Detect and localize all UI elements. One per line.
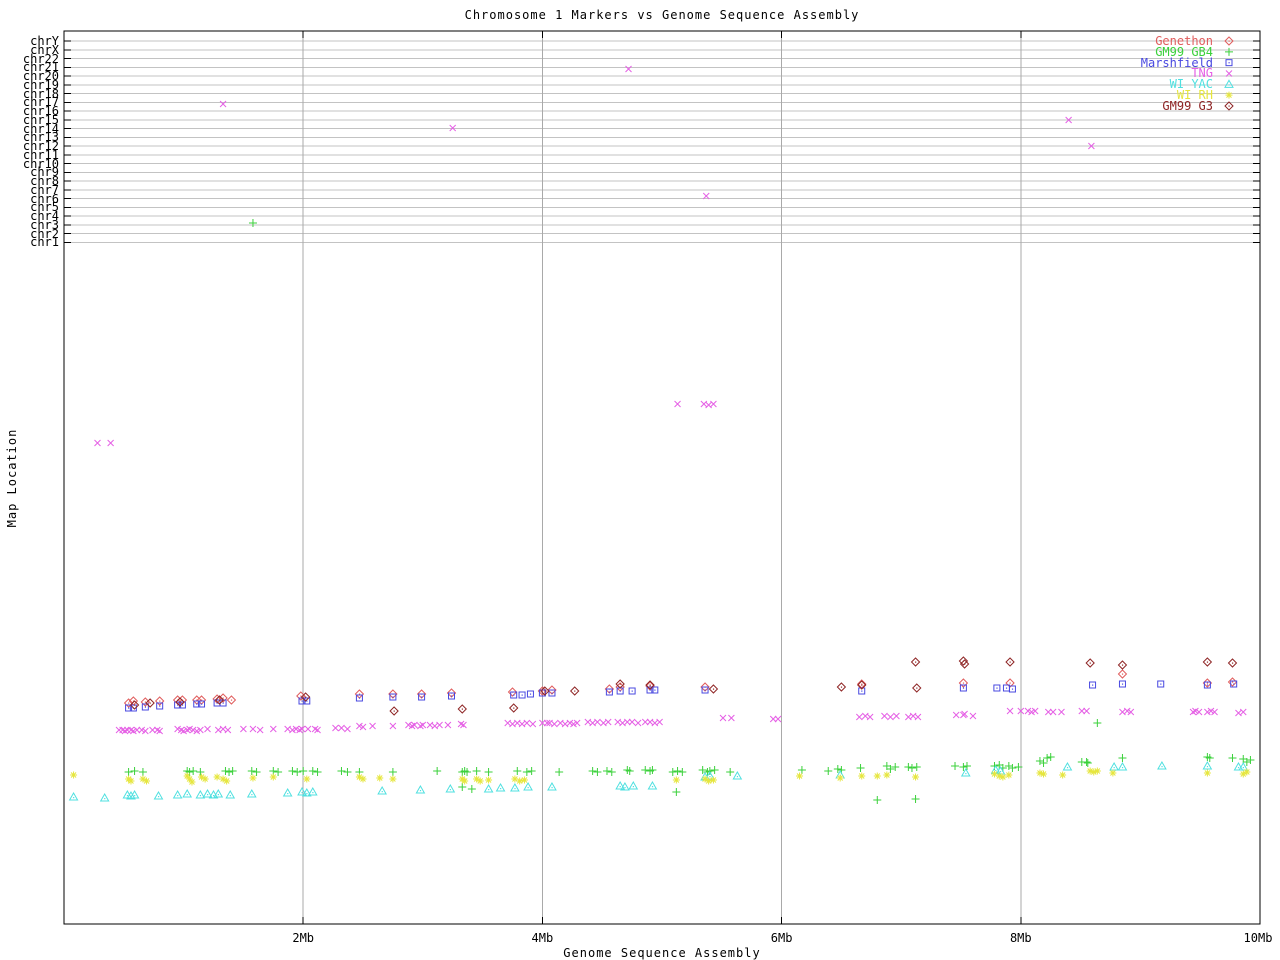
x-tick-label-6Mb: 6Mb: [770, 931, 793, 945]
legend-entry-gm99-g3: GM99 G3: [1162, 98, 1213, 113]
chart-canvas: Chromosome 1 Markers vs Genome Sequence …: [0, 0, 1280, 960]
y-axis-label: Map Location: [5, 428, 19, 528]
x-tick-label-2Mb: 2Mb: [292, 931, 315, 945]
x-tick-label-8Mb: 8Mb: [1009, 931, 1032, 945]
x-tick-label-10Mb: 10Mb: [1243, 931, 1273, 945]
chart-title: Chromosome 1 Markers vs Genome Sequence …: [464, 8, 860, 22]
x-axis-label: Genome Sequence Assembly: [563, 946, 761, 960]
plot-area: [63, 30, 1261, 925]
y-tick-label-chr1: chr1: [30, 235, 59, 250]
x-tick-label-4Mb: 4Mb: [531, 931, 554, 945]
